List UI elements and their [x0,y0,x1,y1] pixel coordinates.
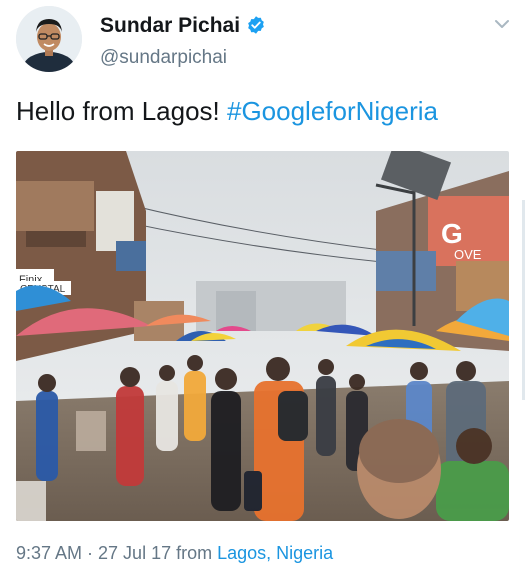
tweet-timestamp[interactable]: 9:37 AM · 27 Jul 17 from [16,543,217,563]
avatar-image [16,6,82,72]
market-street-photo: Finix CRYSTAL G OVE [16,151,509,521]
author-name-text: Sundar Pichai [100,14,241,37]
tweet-body: Hello from Lagos! [16,96,227,126]
author-name[interactable]: Sundar Pichai [100,14,266,38]
google-banner-g: G [441,218,463,249]
chevron-down-icon[interactable] [494,18,510,30]
author-handle[interactable]: @sundarpichai [100,47,227,69]
hashtag-link[interactable]: #GoogleforNigeria [227,96,438,126]
tweet-meta: 9:37 AM · 27 Jul 17 from Lagos, Nigeria [16,543,333,564]
verified-badge-icon [248,16,264,34]
tweet-photo[interactable]: Finix CRYSTAL G OVE [16,151,509,521]
tweet-text: Hello from Lagos! #GoogleforNigeria [16,96,438,127]
avatar[interactable] [16,6,82,72]
tweet-card: Sundar Pichai @sundarpichai Hello from L… [0,0,525,587]
tweet-location-link[interactable]: Lagos, Nigeria [217,543,333,563]
google-banner-text: OVE [454,247,482,262]
